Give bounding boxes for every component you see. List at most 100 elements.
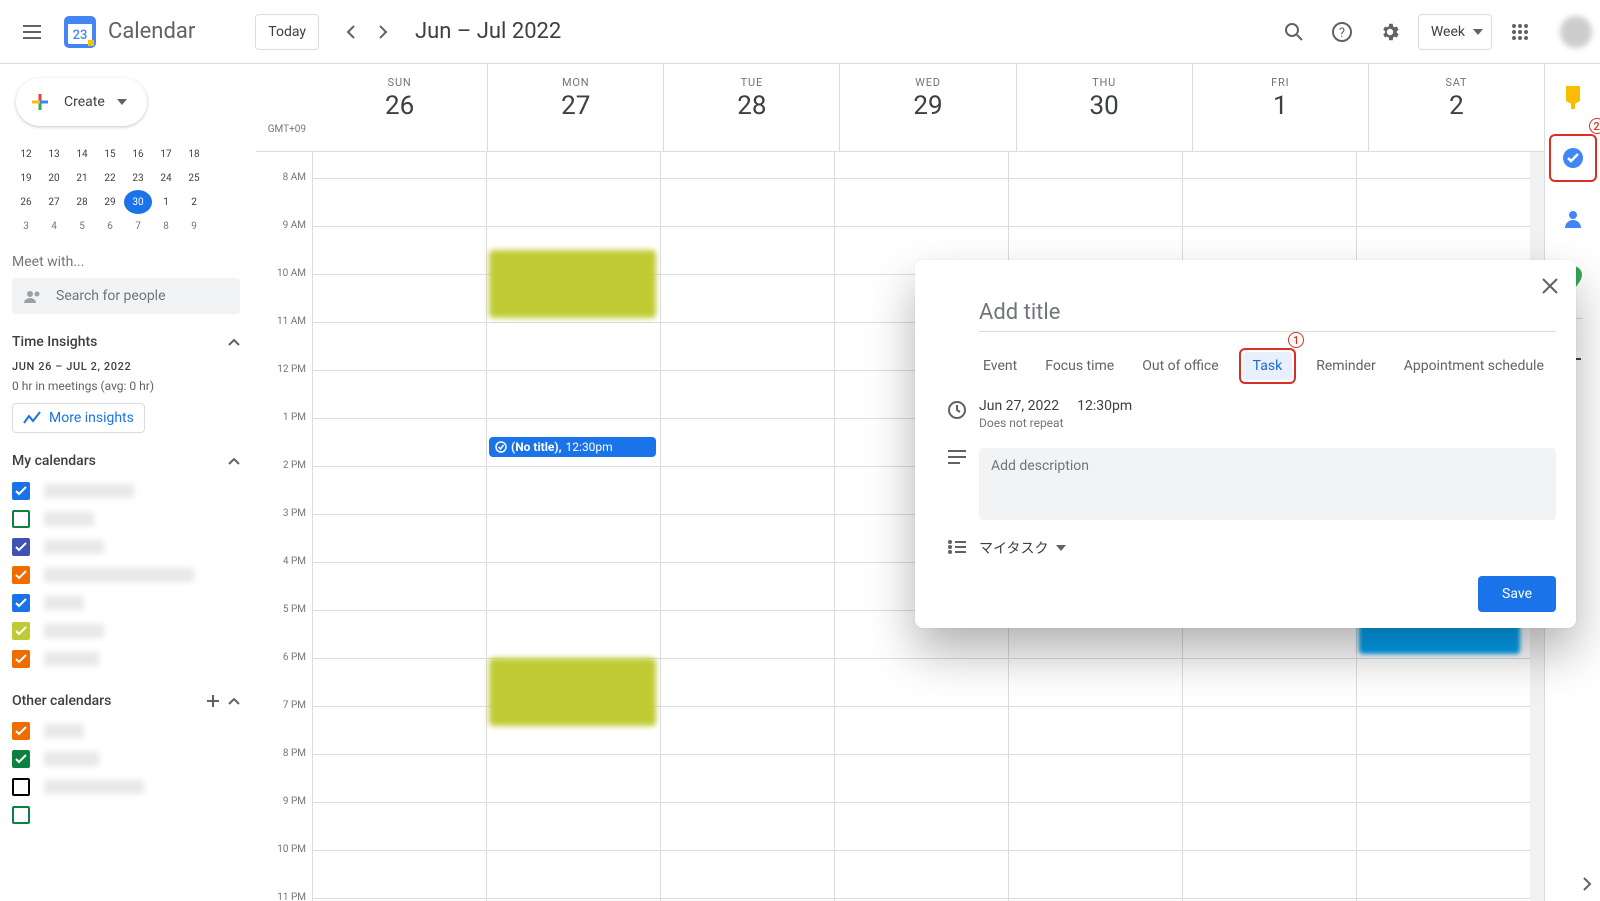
mini-calendar-day[interactable]: 16 bbox=[124, 142, 152, 166]
mini-calendar-day[interactable]: 3 bbox=[12, 214, 40, 238]
mini-calendar-day[interactable]: 22 bbox=[96, 166, 124, 190]
event-title-input[interactable] bbox=[979, 296, 1556, 332]
hour-label: 6 PM bbox=[256, 652, 312, 700]
calendar-checkbox[interactable] bbox=[12, 594, 30, 612]
calendar-toggle-row[interactable] bbox=[12, 533, 240, 561]
tab-event[interactable]: Event bbox=[979, 352, 1021, 380]
mini-calendar-day[interactable]: 23 bbox=[124, 166, 152, 190]
tab-focus-time[interactable]: Focus time bbox=[1041, 352, 1118, 380]
calendar-checkbox[interactable] bbox=[12, 566, 30, 584]
day-column[interactable]: (No title), 12:30pm bbox=[486, 152, 660, 901]
account-avatar[interactable] bbox=[1560, 16, 1592, 48]
mini-calendar-day[interactable]: 24 bbox=[152, 166, 180, 190]
calendar-toggle-row[interactable] bbox=[12, 477, 240, 505]
contacts-app-button[interactable] bbox=[1553, 198, 1593, 238]
day-header[interactable]: SAT2 bbox=[1368, 64, 1544, 151]
day-header[interactable]: SUN26 bbox=[312, 64, 487, 151]
tab-task[interactable]: Task bbox=[1243, 352, 1293, 380]
day-header[interactable]: MON27 bbox=[487, 64, 663, 151]
mini-calendar-day[interactable]: 19 bbox=[12, 166, 40, 190]
day-header[interactable]: WED29 bbox=[839, 64, 1015, 151]
mini-calendar-day[interactable]: 13 bbox=[40, 142, 68, 166]
calendar-checkbox[interactable] bbox=[12, 482, 30, 500]
calendar-checkbox[interactable] bbox=[12, 778, 30, 796]
mini-calendar-day[interactable]: 15 bbox=[96, 142, 124, 166]
event-block[interactable] bbox=[489, 250, 656, 318]
day-header[interactable]: THU30 bbox=[1016, 64, 1192, 151]
task-date-button[interactable]: Jun 27, 2022 bbox=[979, 398, 1059, 414]
main-menu-button[interactable] bbox=[8, 8, 56, 56]
create-button[interactable]: Create bbox=[16, 78, 147, 126]
view-selector[interactable]: Week bbox=[1418, 14, 1492, 50]
mini-calendar-day[interactable]: 29 bbox=[96, 190, 124, 214]
mini-calendar-day[interactable]: 4 bbox=[40, 214, 68, 238]
calendar-checkbox[interactable] bbox=[12, 510, 30, 528]
mini-calendar-day[interactable]: 21 bbox=[68, 166, 96, 190]
mini-calendar-day[interactable]: 26 bbox=[12, 190, 40, 214]
help-button[interactable]: ? bbox=[1322, 12, 1362, 52]
day-column[interactable] bbox=[660, 152, 834, 901]
tasks-app-button[interactable]: 2 bbox=[1553, 138, 1593, 178]
prev-week-button[interactable] bbox=[335, 16, 367, 48]
calendar-checkbox[interactable] bbox=[12, 622, 30, 640]
mini-calendar-day[interactable]: 30 bbox=[124, 190, 152, 214]
repeat-label[interactable]: Does not repeat bbox=[979, 416, 1556, 430]
tab-appointment-schedule[interactable]: Appointment schedule bbox=[1400, 352, 1548, 380]
my-calendars-header[interactable]: My calendars bbox=[12, 453, 240, 469]
time-insights-header[interactable]: Time Insights bbox=[12, 334, 240, 350]
calendar-checkbox[interactable] bbox=[12, 750, 30, 768]
calendar-toggle-row[interactable] bbox=[12, 745, 240, 773]
calendar-toggle-row[interactable] bbox=[12, 505, 240, 533]
day-header[interactable]: FRI1 bbox=[1192, 64, 1368, 151]
task-chip[interactable]: (No title), 12:30pm bbox=[489, 437, 656, 457]
mini-calendar-day[interactable]: 7 bbox=[124, 214, 152, 238]
settings-button[interactable] bbox=[1370, 12, 1410, 52]
day-header[interactable]: TUE28 bbox=[663, 64, 839, 151]
mini-calendar-day[interactable]: 2 bbox=[180, 190, 208, 214]
task-list-selector[interactable]: マイタスク bbox=[979, 538, 1556, 558]
calendar-toggle-row[interactable] bbox=[12, 773, 240, 801]
modal-close-button[interactable] bbox=[1532, 268, 1568, 304]
mini-calendar-day[interactable]: 20 bbox=[40, 166, 68, 190]
calendar-checkbox[interactable] bbox=[12, 806, 30, 824]
more-insights-button[interactable]: More insights bbox=[12, 403, 145, 433]
mini-calendar-day[interactable]: 28 bbox=[68, 190, 96, 214]
calendar-toggle-row[interactable] bbox=[12, 617, 240, 645]
mini-calendar-day[interactable]: 17 bbox=[152, 142, 180, 166]
mini-calendar-day[interactable]: 6 bbox=[96, 214, 124, 238]
google-apps-button[interactable] bbox=[1500, 12, 1540, 52]
mini-calendar-day[interactable]: 12 bbox=[12, 142, 40, 166]
event-block[interactable] bbox=[489, 658, 656, 726]
mini-calendar-day[interactable]: 9 bbox=[180, 214, 208, 238]
hide-side-panel-button[interactable] bbox=[1582, 877, 1592, 891]
calendar-toggle-row[interactable] bbox=[12, 801, 240, 829]
calendar-toggle-row[interactable] bbox=[12, 589, 240, 617]
mini-calendar[interactable]: 1213141516171819202122232425262728293012… bbox=[12, 142, 240, 238]
keep-app-button[interactable] bbox=[1553, 78, 1593, 118]
day-column[interactable] bbox=[312, 152, 486, 901]
calendar-checkbox[interactable] bbox=[12, 650, 30, 668]
save-button[interactable]: Save bbox=[1478, 576, 1556, 612]
mini-calendar-day[interactable]: 5 bbox=[68, 214, 96, 238]
task-description-input[interactable]: Add description bbox=[979, 448, 1556, 520]
calendar-toggle-row[interactable] bbox=[12, 645, 240, 673]
mini-calendar-day[interactable]: 1 bbox=[152, 190, 180, 214]
task-time-button[interactable]: 12:30pm bbox=[1077, 398, 1132, 414]
today-button[interactable]: Today bbox=[255, 14, 319, 50]
tab-out-of-office[interactable]: Out of office bbox=[1138, 352, 1222, 380]
mini-calendar-day[interactable]: 25 bbox=[180, 166, 208, 190]
other-calendars-header[interactable]: Other calendars bbox=[12, 693, 240, 709]
calendar-checkbox[interactable] bbox=[12, 538, 30, 556]
search-people-input[interactable]: Search for people bbox=[12, 278, 240, 314]
calendar-toggle-row[interactable] bbox=[12, 561, 240, 589]
search-button[interactable] bbox=[1274, 12, 1314, 52]
mini-calendar-day[interactable]: 14 bbox=[68, 142, 96, 166]
mini-calendar-day[interactable]: 27 bbox=[40, 190, 68, 214]
add-calendar-icon[interactable] bbox=[206, 694, 220, 708]
next-week-button[interactable] bbox=[367, 16, 399, 48]
calendar-toggle-row[interactable] bbox=[12, 717, 240, 745]
mini-calendar-day[interactable]: 18 bbox=[180, 142, 208, 166]
calendar-checkbox[interactable] bbox=[12, 722, 30, 740]
tab-reminder[interactable]: Reminder bbox=[1312, 352, 1380, 380]
mini-calendar-day[interactable]: 8 bbox=[152, 214, 180, 238]
